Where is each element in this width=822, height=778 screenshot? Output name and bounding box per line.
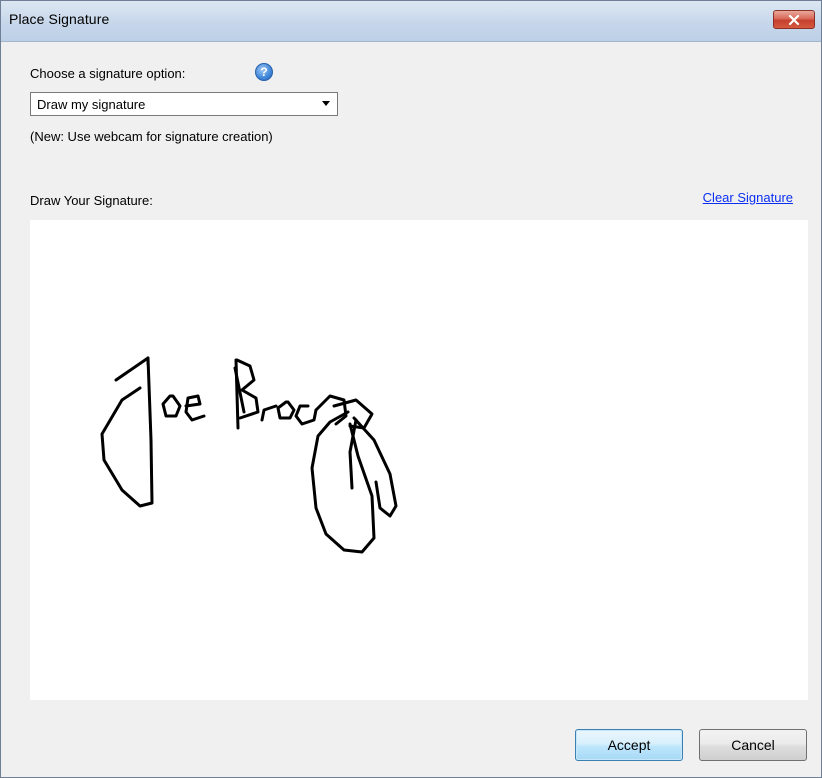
dialog-title: Place Signature <box>9 11 110 27</box>
chevron-down-icon <box>317 95 335 113</box>
close-button[interactable] <box>773 10 815 29</box>
signature-option-value: Draw my signature <box>37 97 146 112</box>
help-icon[interactable]: ? <box>255 63 273 81</box>
signature-option-select[interactable]: Draw my signature <box>30 92 338 116</box>
signature-drawing <box>100 356 398 554</box>
dialog-body: Choose a signature option: ? Draw my sig… <box>1 42 821 777</box>
cancel-button[interactable]: Cancel <box>699 729 807 761</box>
webcam-note: (New: Use webcam for signature creation) <box>30 129 273 144</box>
place-signature-dialog: Place Signature Choose a signature optio… <box>0 0 822 778</box>
draw-signature-label: Draw Your Signature: <box>30 193 153 208</box>
accept-button[interactable]: Accept <box>575 729 683 761</box>
signature-option-label: Choose a signature option: <box>30 66 186 81</box>
title-bar[interactable]: Place Signature <box>1 1 821 42</box>
signature-canvas[interactable] <box>30 220 808 700</box>
close-icon <box>788 14 800 25</box>
clear-signature-link[interactable]: Clear Signature <box>703 190 793 205</box>
